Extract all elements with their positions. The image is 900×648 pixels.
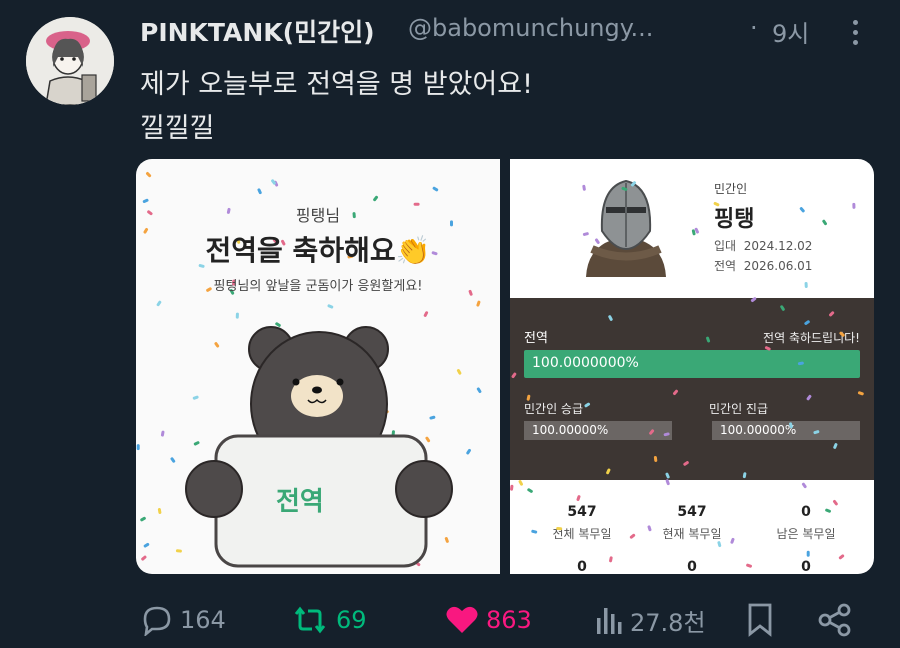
confetti-piece	[156, 300, 162, 307]
confetti-piece	[160, 430, 165, 437]
confetti-piece	[576, 495, 581, 501]
confetti-piece	[476, 387, 482, 394]
media-image-right[interactable]: 민간인 핑탱 입대 2024.12.02 전역 2026.06.01 전역 전역…	[510, 159, 874, 574]
confetti-piece	[806, 550, 810, 557]
status-label: 민간인	[714, 182, 748, 196]
confetti-piece	[476, 300, 481, 307]
bear-illustration	[185, 326, 453, 568]
confetti-piece	[327, 304, 334, 309]
retweet-button[interactable]: 69	[290, 600, 367, 640]
reply-count: 164	[180, 606, 226, 634]
promotion-progress-bar: 100.00000%	[524, 421, 672, 440]
tweet-text-line2: 낄낄낄	[140, 113, 215, 144]
panel-title: 전역	[524, 331, 548, 346]
card-recipient-name: 핑탱님	[295, 206, 341, 225]
timestamp[interactable]: 9시	[772, 14, 809, 49]
avatar[interactable]	[26, 17, 114, 105]
confetti-piece	[141, 555, 147, 561]
avatar-illustration	[26, 17, 114, 105]
display-name[interactable]: PINKTANK(민간인)	[140, 13, 375, 49]
knight-helmet-illustration	[586, 179, 666, 277]
enlist-label: 입대	[714, 239, 737, 253]
stat-total-label: 전체 복무일	[552, 527, 612, 541]
confetti-piece	[518, 480, 523, 486]
stat-current-label: 현재 복무일	[662, 527, 722, 541]
confetti-piece	[170, 457, 176, 463]
separator-dot: ·	[750, 14, 758, 42]
confetti-piece	[527, 488, 533, 493]
discharge-label: 전역	[714, 259, 737, 273]
media-image-left[interactable]: 핑탱님 전역을 축하해요👏 핑텅님의 앞날을 군돔이가 응원할게요! 전역	[136, 159, 500, 574]
sign-text: 전역	[276, 487, 324, 517]
confetti-piece	[423, 311, 429, 317]
main-progress-bar: 100.0000000%	[524, 350, 860, 378]
like-count: 863	[486, 606, 532, 634]
confetti-piece	[235, 312, 239, 319]
confetti-piece	[691, 229, 696, 236]
stat-current-sub: 0	[687, 559, 697, 574]
confetti-piece	[510, 484, 514, 491]
profile-name: 핑탱	[714, 207, 755, 232]
card-title: 전역을 축하해요👏	[205, 234, 431, 267]
heart-icon	[446, 606, 478, 633]
bookmark-button[interactable]	[744, 600, 782, 640]
enlist-date: 2024.12.02	[743, 239, 813, 253]
confetti-piece	[157, 508, 162, 514]
stat-remaining-label: 남은 복무일	[776, 527, 836, 541]
bookmark-icon	[748, 603, 772, 637]
confetti-piece	[852, 202, 856, 209]
discharge-date-row: 전역 2026.06.01	[714, 257, 812, 274]
confetti-piece	[257, 188, 262, 195]
confetti-piece	[136, 444, 140, 451]
confetti-piece	[432, 186, 439, 192]
rank-label: 민간인 진급	[709, 402, 769, 416]
stat-remaining-sub: 0	[801, 559, 811, 574]
enlist-date-row: 입대 2024.12.02	[714, 237, 812, 254]
views-count: 27.8천	[630, 608, 706, 637]
confetti-piece	[804, 281, 808, 288]
confetti-piece	[373, 195, 378, 202]
user-handle[interactable]: @babomunchungy...	[408, 14, 653, 42]
confetti-piece	[822, 219, 827, 226]
confetti-piece	[799, 207, 805, 213]
more-options-icon[interactable]	[842, 20, 868, 50]
tweet-text-line1: 제가 오늘부로 전역을 명 받았어요!	[140, 69, 533, 100]
views-chart-icon	[597, 608, 622, 634]
confetti-piece	[140, 516, 146, 522]
stat-total-sub: 0	[577, 559, 587, 574]
promotion-label: 민간인 승급	[524, 402, 584, 416]
main-progress-text: 100.0000000%	[532, 355, 639, 371]
discharge-date: 2026.06.01	[743, 259, 813, 273]
share-button[interactable]	[816, 600, 860, 640]
panel-congrats: 전역 축하드립니다!	[763, 331, 860, 345]
confetti-piece	[801, 482, 807, 489]
stat-current-days: 547	[677, 504, 707, 520]
rank-progress-bar: 100.00000%	[712, 421, 860, 440]
rank-progress-text: 100.00000%	[720, 423, 797, 437]
card-subtitle: 핑텅님의 앞날을 군돔이가 응원할게요!	[213, 279, 423, 294]
retweet-icon	[294, 606, 326, 634]
confetti-piece	[146, 172, 152, 178]
progress-panel: 전역 전역 축하드립니다! 100.0000000% 민간인 승급 민간인 진급…	[510, 298, 874, 480]
stat-total-days: 547	[567, 504, 597, 520]
views-button[interactable]: 27.8천	[594, 600, 706, 640]
retweet-count: 69	[336, 606, 367, 634]
tweet-media[interactable]: 핑탱님 전역을 축하해요👏 핑텅님의 앞날을 군돔이가 응원할게요! 전역 민간…	[136, 159, 874, 574]
reply-button[interactable]: 164	[140, 600, 226, 640]
like-button[interactable]: 863	[444, 600, 532, 640]
confetti-piece	[694, 227, 699, 234]
promotion-progress-text: 100.00000%	[532, 423, 609, 437]
share-icon	[818, 603, 851, 637]
stat-remaining-days: 0	[801, 504, 811, 520]
reply-icon	[143, 606, 171, 636]
confetti-piece	[143, 542, 150, 548]
